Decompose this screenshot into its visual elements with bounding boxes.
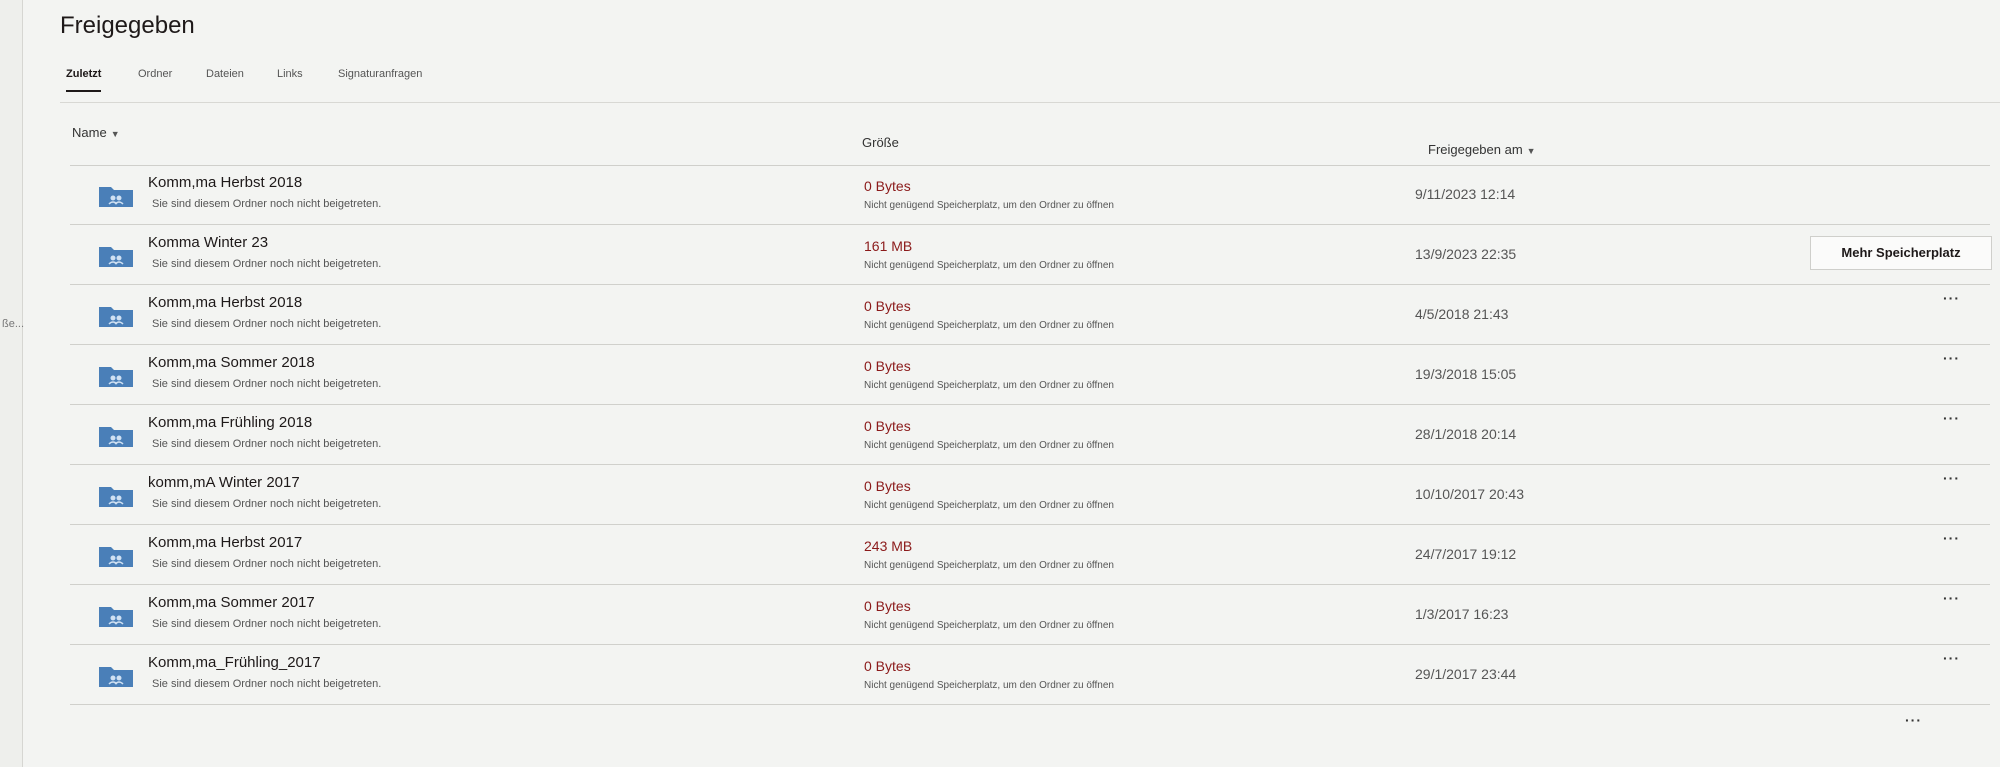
folder-size: 0 Bytes <box>864 418 911 434</box>
folder-status: Sie sind diesem Ordner noch nicht beiget… <box>152 618 382 630</box>
table-row[interactable]: Komm,ma Herbst 2017 Sie sind diesem Ordn… <box>70 526 1990 585</box>
folder-status: Sie sind diesem Ordner noch nicht beiget… <box>152 558 382 570</box>
more-storage-button[interactable]: Mehr Speicherplatz <box>1810 236 1992 270</box>
ellipsis-icon[interactable]: ··· <box>1943 290 1960 306</box>
size-note: Nicht genügend Speicherplatz, um den Ord… <box>864 680 1114 691</box>
folder-name[interactable]: Komm,ma Sommer 2017 <box>148 594 315 611</box>
size-note: Nicht genügend Speicherplatz, um den Ord… <box>864 620 1114 631</box>
shared-date: 29/1/2017 23:44 <box>1415 666 1517 682</box>
ellipsis-icon[interactable]: ··· <box>1905 712 1922 728</box>
folder-size: 0 Bytes <box>864 298 911 314</box>
folder-name[interactable]: Komm,ma Frühling 2018 <box>148 414 312 431</box>
folder-size: 243 MB <box>864 538 913 554</box>
table-row[interactable]: Komm,ma_Frühling_2017 Sie sind diesem Or… <box>70 646 1990 705</box>
folder-status: Sie sind diesem Ordner noch nicht beiget… <box>152 678 382 690</box>
folder-name[interactable]: Komma Winter 23 <box>148 234 268 251</box>
folder-status: Sie sind diesem Ordner noch nicht beiget… <box>152 438 382 450</box>
shared-folder-icon <box>98 184 134 208</box>
folder-status: Sie sind diesem Ordner noch nicht beiget… <box>152 318 382 330</box>
folder-size: 0 Bytes <box>864 598 911 614</box>
ellipsis-icon[interactable]: ··· <box>1943 410 1960 426</box>
ellipsis-icon[interactable]: ··· <box>1943 470 1960 486</box>
shared-folder-icon <box>98 664 134 688</box>
folder-size: 0 Bytes <box>864 658 911 674</box>
size-note: Nicht genügend Speicherplatz, um den Ord… <box>864 500 1114 511</box>
size-note: Nicht genügend Speicherplatz, um den Ord… <box>864 560 1114 571</box>
page-title: Freigegeben <box>60 12 195 39</box>
tab-divider <box>60 102 2000 103</box>
column-header-name[interactable]: Name ▼ <box>72 125 120 140</box>
folder-name[interactable]: Komm,ma_Frühling_2017 <box>148 654 321 671</box>
table-row[interactable]: komm,mA Winter 2017 Sie sind diesem Ordn… <box>70 466 1990 525</box>
folder-size: 161 MB <box>864 238 913 254</box>
shared-folder-icon <box>98 424 134 448</box>
shared-folder-icon <box>98 484 134 508</box>
left-sidebar-edge: ße... <box>0 0 25 767</box>
folder-status: Sie sind diesem Ordner noch nicht beiget… <box>152 498 382 510</box>
tab-recent[interactable]: Zuletzt <box>66 68 102 92</box>
column-size-label: Größe <box>862 135 899 150</box>
caret-down-icon: ▼ <box>1526 146 1536 156</box>
shared-date: 4/5/2018 21:43 <box>1415 306 1509 322</box>
shared-folder-icon <box>98 604 134 628</box>
folder-status: Sie sind diesem Ordner noch nicht beiget… <box>152 198 382 210</box>
folder-status: Sie sind diesem Ordner noch nicht beiget… <box>152 378 382 390</box>
size-note: Nicht genügend Speicherplatz, um den Ord… <box>864 320 1114 331</box>
shared-folder-icon <box>98 364 134 388</box>
table-row[interactable]: Komm,ma Frühling 2018 Sie sind diesem Or… <box>70 406 1990 465</box>
size-note: Nicht genügend Speicherplatz, um den Ord… <box>864 440 1114 451</box>
tab-signature-requests[interactable]: Signaturanfragen <box>338 68 422 90</box>
caret-down-icon: ▼ <box>110 129 120 139</box>
table-row[interactable]: Komm,ma Sommer 2018 Sie sind diesem Ordn… <box>70 346 1990 405</box>
size-note: Nicht genügend Speicherplatz, um den Ord… <box>864 260 1114 271</box>
folder-name[interactable]: komm,mA Winter 2017 <box>148 474 300 491</box>
ellipsis-icon[interactable]: ··· <box>1943 350 1960 366</box>
folder-name[interactable]: Komm,ma Herbst 2018 <box>148 294 302 311</box>
folder-size: 0 Bytes <box>864 178 911 194</box>
shared-date: 19/3/2018 15:05 <box>1415 366 1517 382</box>
ellipsis-icon[interactable]: ··· <box>1943 530 1960 546</box>
size-note: Nicht genügend Speicherplatz, um den Ord… <box>864 200 1114 211</box>
size-note: Nicht genügend Speicherplatz, um den Ord… <box>864 380 1114 391</box>
column-header-shared-date[interactable]: Freigegeben am ▼ <box>1428 142 1536 157</box>
column-shared-label: Freigegeben am <box>1428 142 1523 157</box>
table-row[interactable]: Komm,ma Herbst 2018 Sie sind diesem Ordn… <box>70 166 1990 225</box>
ellipsis-icon[interactable]: ··· <box>1943 590 1960 606</box>
ellipsis-icon[interactable]: ··· <box>1943 650 1960 666</box>
shared-date: 10/10/2017 20:43 <box>1415 486 1524 502</box>
shared-date: 28/1/2018 20:14 <box>1415 426 1517 442</box>
folder-name[interactable]: Komm,ma Herbst 2017 <box>148 534 302 551</box>
shared-folder-icon <box>98 544 134 568</box>
column-header-size[interactable]: Größe <box>862 135 899 150</box>
tab-links[interactable]: Links <box>277 68 303 90</box>
column-name-label: Name <box>72 125 107 140</box>
table-row[interactable]: Komma Winter 23 Sie sind diesem Ordner n… <box>70 226 1992 285</box>
folder-name[interactable]: Komm,ma Herbst 2018 <box>148 174 302 191</box>
shared-date: 24/7/2017 19:12 <box>1415 546 1517 562</box>
tab-folders[interactable]: Ordner <box>138 68 172 90</box>
table-row[interactable]: Komm,ma Herbst 2018 Sie sind diesem Ordn… <box>70 286 1990 345</box>
shared-folder-icon <box>98 244 134 268</box>
shared-date: 9/11/2023 12:14 <box>1415 186 1516 202</box>
folder-name[interactable]: Komm,ma Sommer 2018 <box>148 354 315 371</box>
folder-size: 0 Bytes <box>864 358 911 374</box>
shared-date: 13/9/2023 22:35 <box>1415 246 1517 262</box>
tab-files[interactable]: Dateien <box>206 68 244 90</box>
folder-status: Sie sind diesem Ordner noch nicht beiget… <box>152 258 382 270</box>
sidebar-truncated-label: ße... <box>2 318 25 330</box>
shared-folder-icon <box>98 304 134 328</box>
shared-date: 1/3/2017 16:23 <box>1415 606 1509 622</box>
folder-size: 0 Bytes <box>864 478 911 494</box>
table-row[interactable]: Komm,ma Sommer 2017 Sie sind diesem Ordn… <box>70 586 1990 645</box>
